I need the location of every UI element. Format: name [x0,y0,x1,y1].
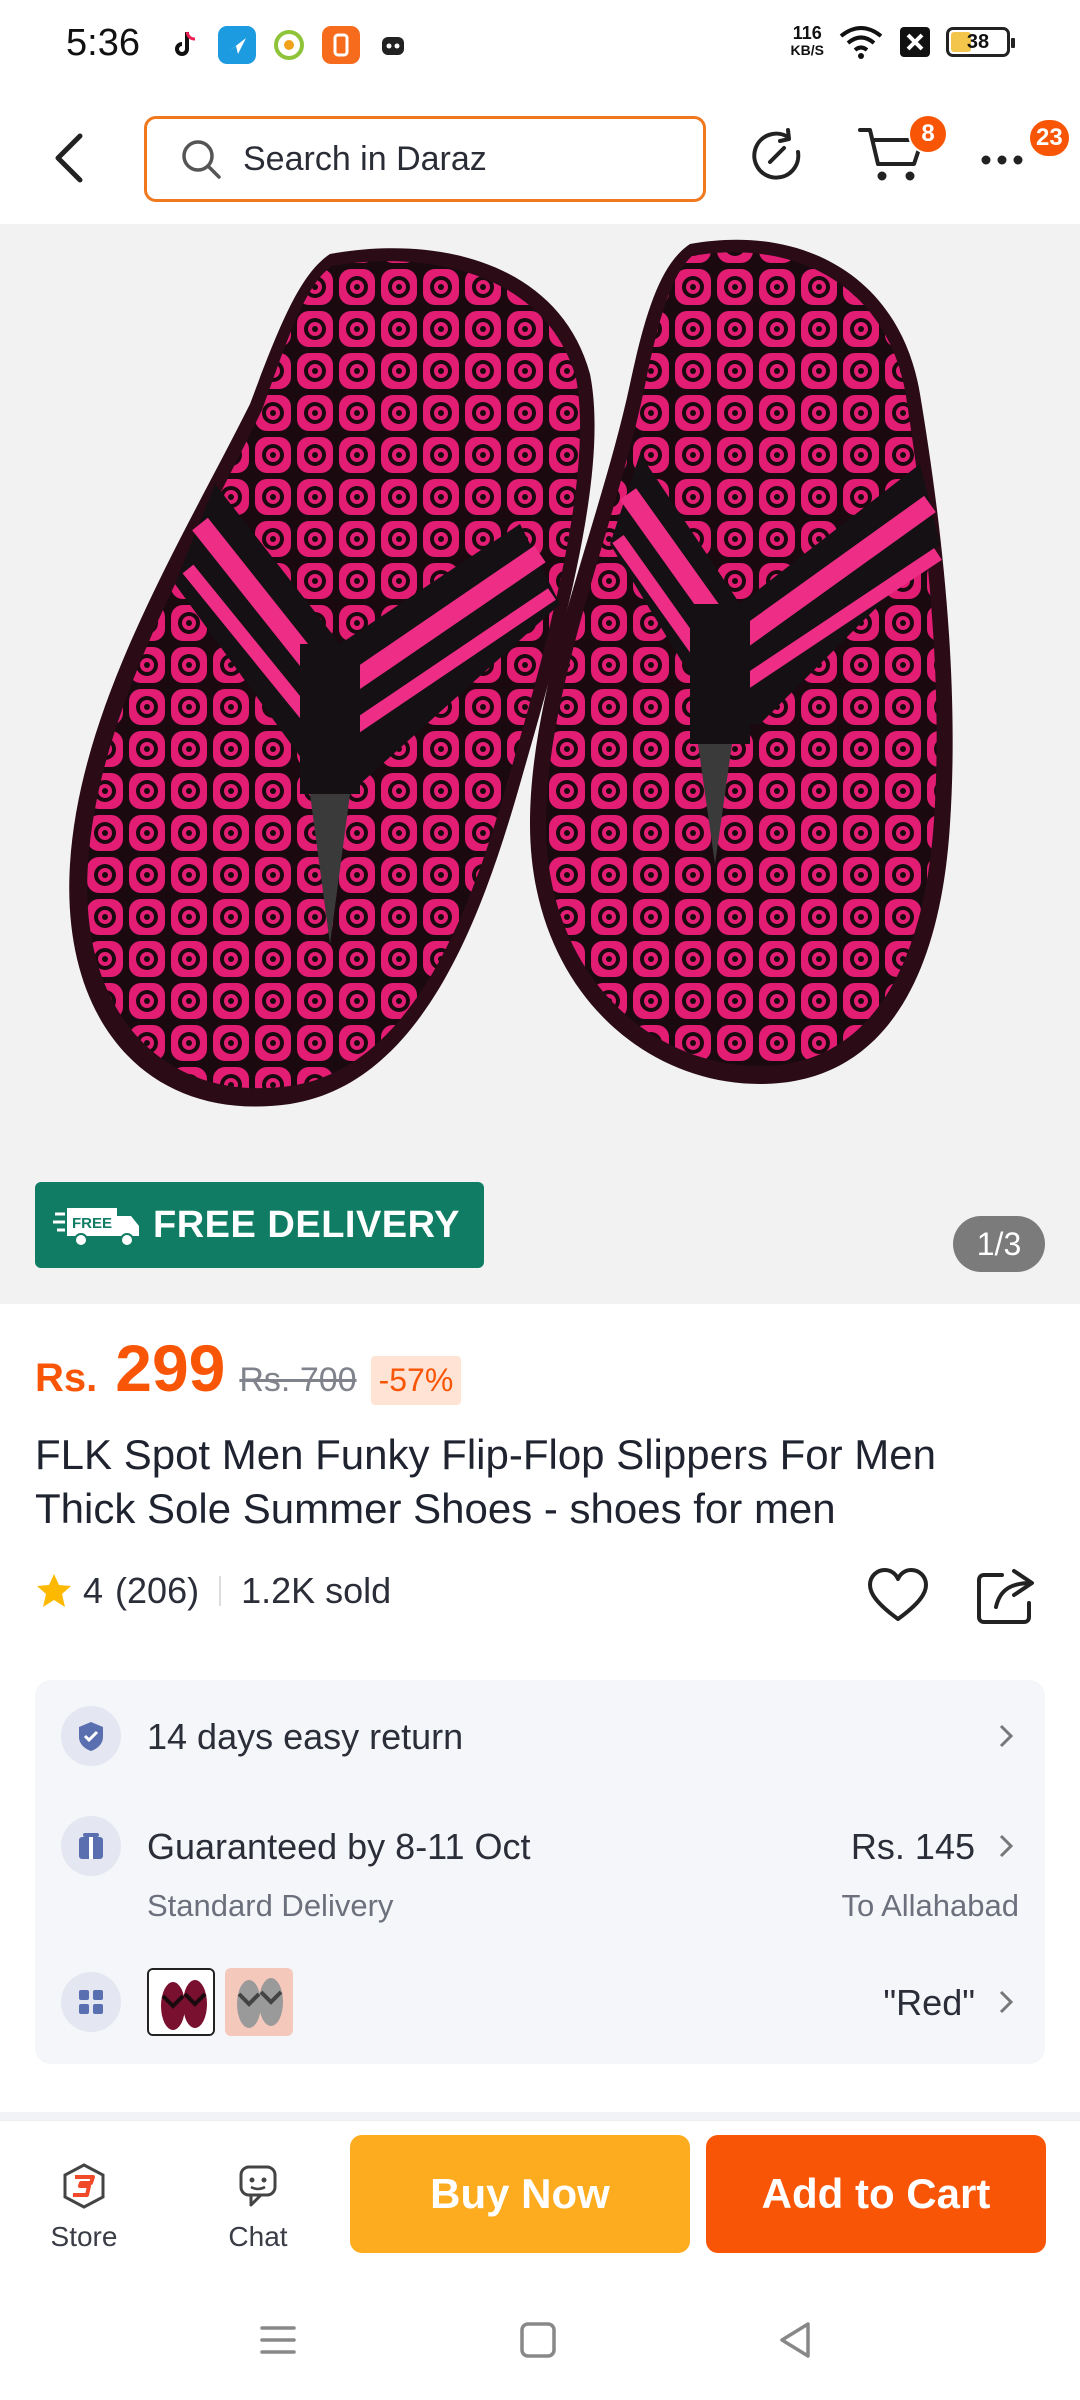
menu-icon[interactable] [248,2310,308,2370]
discount-badge: -57% [370,1356,462,1405]
package-icon [61,1816,121,1876]
variants-grid-icon [61,1972,121,2032]
wifi-icon [839,26,883,59]
search-icon [182,140,221,179]
free-delivery-badge: FREE FREE DELIVERY [35,1182,484,1268]
store-label: Store [50,2221,118,2252]
product-title: FLK Spot Men Funky Flip-Flop Slippers Fo… [35,1431,936,1532]
search-input[interactable]: Search in Daraz [144,116,706,202]
chat-button[interactable]: Chat [198,2161,318,2253]
original-price: Rs. 700 [239,1361,357,1399]
more-options-button[interactable]: 23 [976,118,1071,198]
variant-row[interactable]: "Red" [35,1942,1045,2064]
battery-level: 38 [966,30,990,53]
back-nav-icon[interactable] [766,2310,826,2370]
delivery-location: To Allahabad [841,1888,1019,1923]
store-button[interactable]: Store [24,2161,144,2253]
rating-separator [219,1576,222,1606]
chevron-right-icon [999,1724,1014,1748]
net-speed: 116 KB/S [790,23,824,59]
top-nav: Search in Daraz 8 23 [0,96,1080,224]
price-row: Rs. 299 Rs. 700 -57% [35,1330,462,1406]
system-status: 116 KB/S 38 [790,23,1015,60]
rating-row[interactable]: 4 (206) 1.2K sold [35,1570,391,1612]
review-count: (206) [115,1570,200,1611]
delivery-fee: Rs. 145 [850,1826,975,1867]
sim-disabled-icon [900,27,930,57]
net-speed-unit: KB/S [790,42,824,58]
system-navigation-bar [0,2280,1080,2400]
shield-check-icon [61,1706,121,1766]
return-policy-text: 14 days easy return [147,1716,464,1757]
green-circle-app-icon [270,26,308,64]
status-bar: 5:36 116 KB/S 38 [0,0,1080,96]
orange-app-icon [322,26,360,64]
star-icon [37,1574,71,1607]
chevron-right-icon [999,1834,1014,1858]
image-counter: 1/3 [953,1216,1045,1272]
product-image-gallery[interactable]: FREE FREE DELIVERY 1/3 [0,224,1080,1304]
store-icon [63,2163,105,2209]
add-to-cart-button[interactable]: Add to Cart [706,2135,1046,2253]
bottom-action-bar: Store Chat Buy Now Add to Cart [0,2120,1080,2280]
notification-icons [166,26,412,64]
buy-now-button[interactable]: Buy Now [350,2135,690,2253]
rating-value: 4 [83,1570,104,1611]
current-price: 299 [115,1331,226,1405]
share-icon[interactable] [974,1565,1038,1629]
variant-thumb-grey[interactable] [225,1968,293,2036]
tiktok-icon [166,26,204,64]
net-speed-value: 116 [792,23,822,43]
price-currency: Rs. [35,1356,98,1400]
chevron-right-icon [999,1990,1014,2014]
message-count-badge: 23 [1028,118,1071,158]
delivery-type-text: Standard Delivery [147,1888,394,1923]
more-icon [981,155,1023,165]
bird-app-icon [218,26,256,64]
chat-icon [239,2165,277,2207]
cart-count-badge: 8 [908,114,948,154]
return-policy-row[interactable]: 14 days easy return [35,1680,1045,1792]
robot-app-icon [374,26,412,64]
free-delivery-label: FREE DELIVERY [153,1203,461,1246]
home-icon[interactable] [508,2310,568,2370]
history-icon[interactable] [742,122,812,192]
wishlist-heart-icon[interactable] [866,1565,930,1629]
chat-label: Chat [228,2221,288,2252]
status-time: 5:36 [66,22,140,64]
delivery-truck-icon: FREE [53,1208,139,1247]
product-image [69,239,953,1107]
selected-variant: "Red" [883,1982,975,2023]
free-delivery-icon-text: FREE [72,1215,112,1232]
back-button[interactable] [40,126,104,190]
search-placeholder: Search in Daraz [243,139,487,178]
cart-button[interactable]: 8 [856,114,948,198]
delivery-info-card: 14 days easy return Guaranteed by 8-11 O… [35,1680,1045,2064]
delivery-guarantee-text: Guaranteed by 8-11 Oct [147,1826,531,1867]
variant-thumb-red[interactable] [147,1968,215,2036]
battery-indicator: 38 [946,27,1015,57]
sold-count: 1.2K sold [241,1570,392,1611]
delivery-row[interactable]: Guaranteed by 8-11 Oct Standard Delivery… [35,1792,1045,1942]
